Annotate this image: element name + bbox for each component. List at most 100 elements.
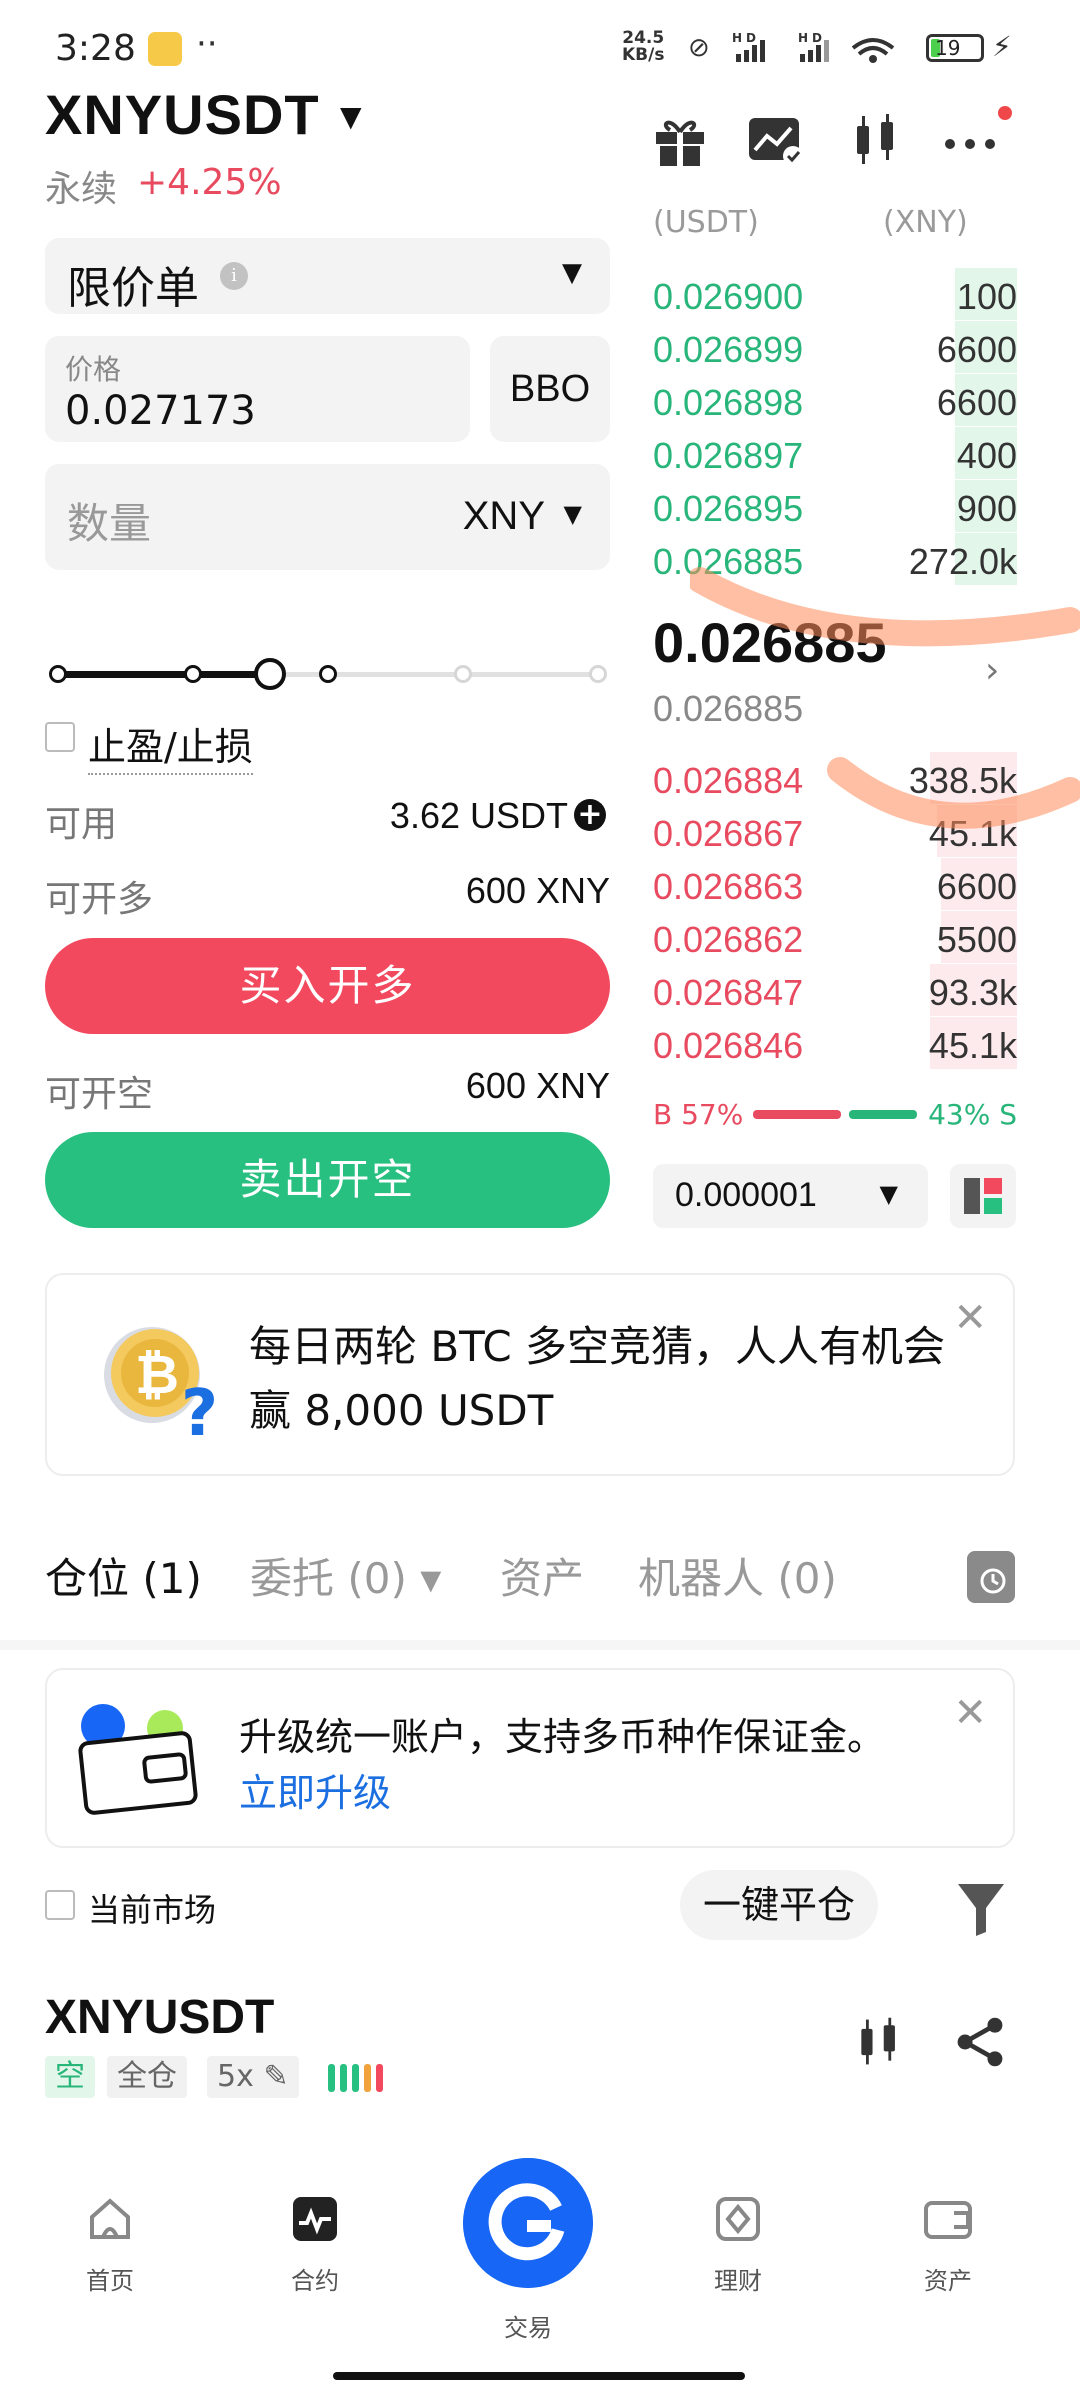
orderbook-qty[interactable]: 100 <box>957 276 1017 318</box>
orderbook-price[interactable]: 0.026862 <box>653 919 803 961</box>
orderbook-row[interactable]: 0.026895 900 <box>653 480 1017 532</box>
orderbook-price[interactable]: 0.026846 <box>653 1025 803 1067</box>
orderbook-price[interactable]: 0.026863 <box>653 866 803 908</box>
chevron-right-icon[interactable]: › <box>985 650 999 691</box>
home-icon <box>90 2198 130 2239</box>
order-type-select[interactable]: 限价单 i ▼ <box>45 238 610 314</box>
orderbook-row[interactable]: 0.026862 5500 <box>653 911 1017 963</box>
promo-banner[interactable]: ₿ ? 每日两轮 BTC 多空竞猜，人人有机会赢 8,000 USDT ✕ <box>45 1273 1015 1476</box>
tab-positions[interactable]: 仓位 (1) <box>45 1545 202 1606</box>
trade-fab-icon[interactable] <box>463 2158 593 2288</box>
share-icon[interactable] <box>952 2014 1008 2070</box>
contract-icon <box>293 2197 337 2241</box>
quantity-slider[interactable] <box>49 658 607 690</box>
orderbook-row[interactable]: 0.026846 45.1k <box>653 1017 1017 1069</box>
last-price[interactable]: 0.026885 <box>653 610 887 675</box>
orderbook-qty[interactable]: 45.1k <box>929 813 1017 855</box>
quantity-input[interactable]: 数量 XNY ▼ <box>45 464 610 570</box>
wallet-nav-icon <box>924 2201 972 2239</box>
orderbook-row[interactable]: 0.026899 6600 <box>653 321 1017 373</box>
slider-node-75[interactable] <box>454 665 472 683</box>
can-short-value: 600 XNY <box>465 1065 610 1106</box>
leverage-badge[interactable]: 5x ✎ <box>207 2056 299 2098</box>
transfer-plus-icon[interactable]: + <box>574 799 606 831</box>
orderbook-price[interactable]: 0.026898 <box>653 382 803 424</box>
orderbook-row[interactable]: 0.026885 272.0k <box>653 533 1017 585</box>
candlestick-icon[interactable] <box>852 2014 908 2070</box>
close-icon[interactable]: ✕ <box>953 1295 987 1341</box>
price-input[interactable]: 价格 0.027173 <box>45 336 470 442</box>
bbo-button[interactable]: BBO <box>490 336 610 442</box>
tab-orders[interactable]: 委托 (0) ▾ <box>250 1545 441 1606</box>
orderbook-qty[interactable]: 45.1k <box>929 1025 1017 1067</box>
orderbook-row[interactable]: 0.026863 6600 <box>653 858 1017 910</box>
more-icon[interactable] <box>940 110 1000 170</box>
orderbook-qty[interactable]: 272.0k <box>909 541 1017 583</box>
filter-icon[interactable] <box>956 1880 1006 1938</box>
orderbook-price[interactable]: 0.026895 <box>653 488 803 530</box>
orderbook-price[interactable]: 0.026899 <box>653 329 803 371</box>
slider-node-100[interactable] <box>589 665 607 683</box>
position-pair[interactable]: XNYUSDT <box>45 1990 274 2045</box>
orderbook-price[interactable]: 0.026900 <box>653 276 803 318</box>
history-doc-icon[interactable] <box>967 1551 1015 1603</box>
orderbook-qty[interactable]: 93.3k <box>929 972 1017 1014</box>
tab-assets[interactable]: 资产 <box>500 1545 584 1606</box>
available-label: 可用 <box>45 804 118 845</box>
nav-contract[interactable]: 合约 <box>255 2195 375 2296</box>
orderbook-row[interactable]: 0.026898 6600 <box>653 374 1017 426</box>
orderbook-price[interactable]: 0.026884 <box>653 760 803 802</box>
orderbook-qty[interactable]: 6600 <box>937 329 1017 371</box>
orderbook-qty[interactable]: 400 <box>957 435 1017 477</box>
orderbook-row[interactable]: 0.026900 100 <box>653 268 1017 320</box>
tab-bots[interactable]: 机器人 (0) <box>638 1545 837 1606</box>
risk-bar <box>352 2064 359 2092</box>
orderbook-layout-button[interactable] <box>950 1164 1016 1228</box>
buy-long-button[interactable]: 买入开多 <box>45 938 610 1034</box>
pair-title[interactable]: XNYUSDT <box>45 82 320 147</box>
current-market-checkbox[interactable] <box>45 1890 75 1920</box>
orderbook-row[interactable]: 0.026847 93.3k <box>653 964 1017 1016</box>
quantity-unit[interactable]: XNY <box>463 494 545 539</box>
orderbook-qty[interactable]: 6600 <box>937 382 1017 424</box>
margin-mode-badge: 全仓 <box>107 2056 187 2098</box>
nav-finance[interactable]: 理财 <box>678 2195 798 2296</box>
sell-short-button[interactable]: 卖出开空 <box>45 1132 610 1228</box>
tp-sl-checkbox[interactable] <box>45 722 75 752</box>
chart-check-icon[interactable] <box>745 110 805 170</box>
orderbook-price-header: (USDT) <box>653 205 759 240</box>
upgrade-link[interactable]: 立即升级 <box>239 1762 391 1817</box>
nav-assets[interactable]: 资产 <box>888 2195 1008 2296</box>
orderbook-price[interactable]: 0.026897 <box>653 435 803 477</box>
close-icon[interactable]: ✕ <box>953 1690 987 1736</box>
svg-text:?: ? <box>181 1377 218 1443</box>
tp-sl-label[interactable]: 止盈/止损 <box>88 716 253 775</box>
upgrade-banner[interactable]: 升级统一账户，支持多币种作保证金。 立即升级 ✕ <box>45 1668 1015 1848</box>
current-market-label[interactable]: 当前市场 <box>88 1885 216 1931</box>
header-actions <box>650 106 1030 180</box>
slider-node-25[interactable] <box>184 665 202 683</box>
orderbook-price[interactable]: 0.026867 <box>653 813 803 855</box>
info-icon[interactable]: i <box>220 262 248 290</box>
pair-selector-caret-icon[interactable]: ▼ <box>340 100 362 133</box>
network-speed: 24.5 KB/s <box>622 30 664 64</box>
candlestick-icon[interactable] <box>845 110 905 170</box>
price-value[interactable]: 0.027173 <box>65 388 256 434</box>
orderbook-qty[interactable]: 338.5k <box>909 760 1017 802</box>
nav-home[interactable]: 首页 <box>50 2195 170 2296</box>
nav-trade-label[interactable]: 交易 <box>478 2308 578 2343</box>
orderbook-price[interactable]: 0.026885 <box>653 541 803 583</box>
gift-icon[interactable] <box>650 110 710 170</box>
close-all-button[interactable]: 一键平仓 <box>680 1870 878 1940</box>
slider-node-0[interactable] <box>49 665 67 683</box>
orderbook-qty[interactable]: 900 <box>957 488 1017 530</box>
orderbook-qty[interactable]: 6600 <box>937 866 1017 908</box>
precision-select[interactable]: 0.000001 ▼ <box>653 1164 928 1228</box>
slider-knob[interactable] <box>254 658 286 690</box>
slider-node-50[interactable] <box>319 665 337 683</box>
orderbook-qty[interactable]: 5500 <box>937 919 1017 961</box>
orderbook-price[interactable]: 0.026847 <box>653 972 803 1014</box>
orderbook-row[interactable]: 0.026884 338.5k <box>653 752 1017 804</box>
orderbook-row[interactable]: 0.026897 400 <box>653 427 1017 479</box>
orderbook-row[interactable]: 0.026867 45.1k <box>653 805 1017 857</box>
